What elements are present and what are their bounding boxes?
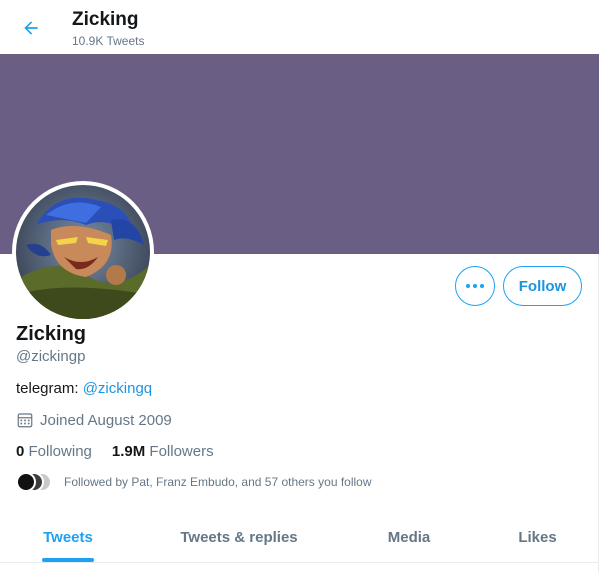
- join-date: Joined August 2009: [16, 411, 172, 429]
- following-count: 0: [16, 443, 25, 460]
- following-label: Following: [28, 443, 92, 460]
- mutual-avatars: [16, 472, 52, 492]
- calendar-icon: [17, 413, 33, 428]
- followers-link[interactable]: 1.9M Followers: [112, 443, 214, 460]
- avatar-image: [16, 185, 150, 319]
- profile-name: Zicking: [16, 323, 87, 345]
- more-horizontal-icon: [466, 284, 484, 288]
- arrow-left-icon: [24, 21, 38, 35]
- join-date-text: Joined August 2009: [40, 411, 172, 429]
- profile-page: Zicking 10.9K Tweets Follow Zicking @zic…: [0, 0, 599, 572]
- follow-button[interactable]: Follow: [503, 266, 582, 306]
- profile-header: Zicking 10.9K Tweets: [0, 0, 599, 54]
- back-button[interactable]: [12, 9, 50, 47]
- header-title: Zicking: [72, 9, 139, 30]
- avatar[interactable]: [12, 181, 154, 323]
- profile-tabs: Tweets Tweets & replies Media Likes: [0, 513, 599, 562]
- following-link[interactable]: 0 Following: [16, 443, 92, 460]
- tab-tweets-replies[interactable]: Tweets & replies: [136, 513, 342, 562]
- followers-count: 1.9M: [111, 443, 146, 460]
- header-tweet-count: 10.9K Tweets: [72, 34, 145, 48]
- profile-bio: telegram: @zickingq: [16, 380, 152, 397]
- tab-tweets[interactable]: Tweets: [0, 513, 136, 562]
- tab-media[interactable]: Media: [342, 513, 476, 562]
- followed-by-text: Followed by Pat, Franz Embudo, and 57 ot…: [64, 475, 372, 489]
- more-options-button[interactable]: [455, 266, 495, 306]
- followed-by[interactable]: Followed by Pat, Franz Embudo, and 57 ot…: [16, 472, 372, 492]
- tab-likes[interactable]: Likes: [476, 513, 599, 562]
- tabs-divider: [0, 562, 599, 563]
- profile-handle: @zickingp: [16, 348, 86, 365]
- follow-stats: 0 Following 1.9M Followers: [16, 443, 214, 460]
- mutual-avatar: [16, 472, 36, 492]
- bio-text: telegram:: [16, 380, 83, 397]
- followers-label: Followers: [149, 443, 214, 460]
- bio-mention-link[interactable]: @zickingq: [83, 380, 152, 397]
